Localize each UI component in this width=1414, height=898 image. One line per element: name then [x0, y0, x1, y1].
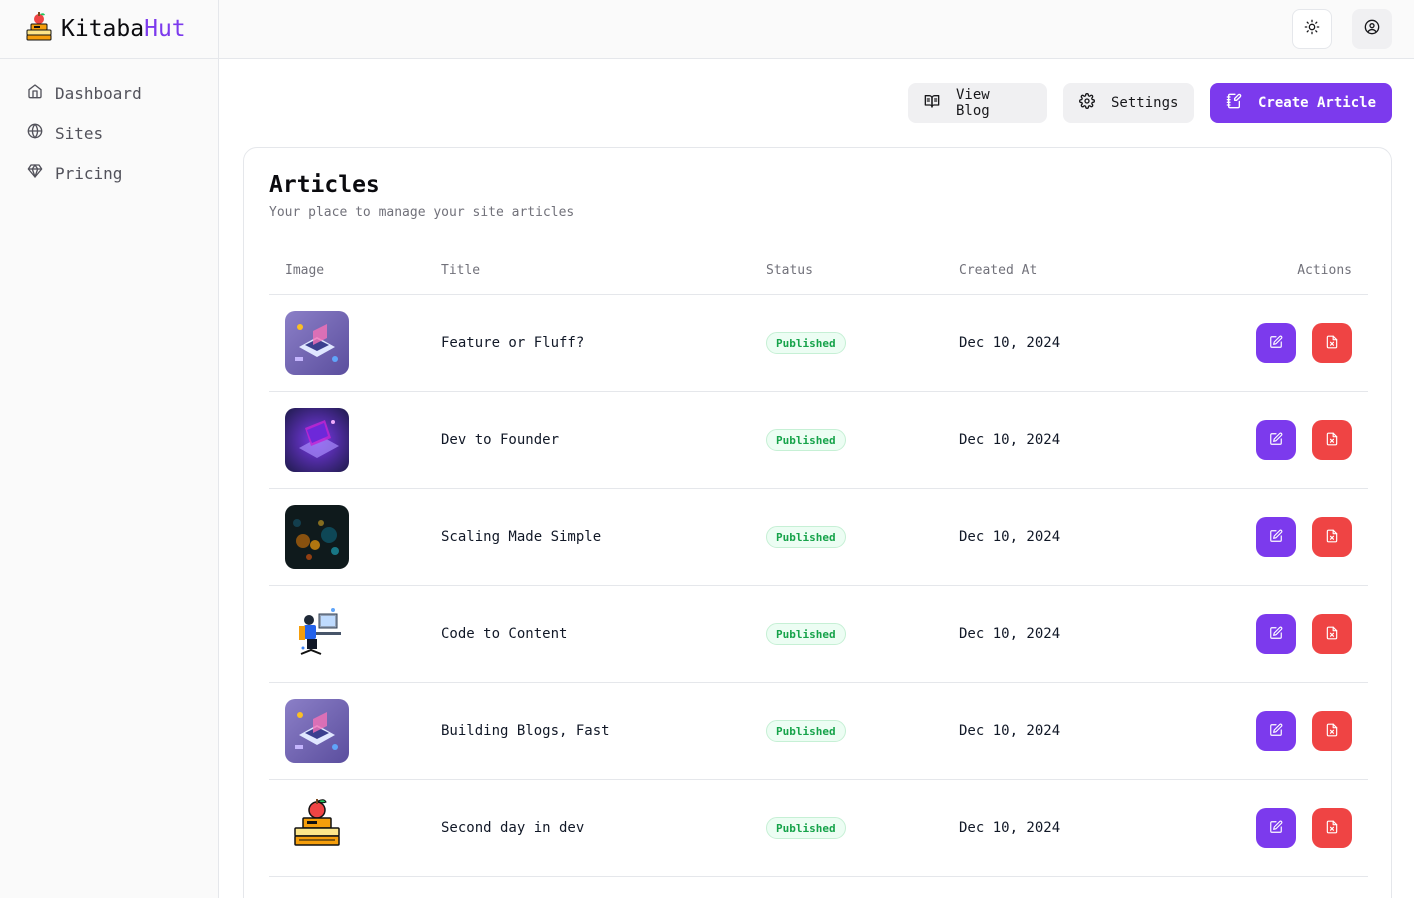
view-blog-label: View Blog: [956, 87, 990, 119]
articles-card: Articles Your place to manage your site …: [243, 147, 1392, 898]
sidebar-item-sites[interactable]: Sites: [0, 113, 218, 153]
delete-article-button[interactable]: [1312, 808, 1352, 848]
settings-label: Settings: [1111, 95, 1179, 111]
delete-article-button[interactable]: [1312, 323, 1352, 363]
page-subtitle: Your place to manage your site articles: [269, 205, 575, 220]
sidebar: KitabaHut Dashboard Sites Pricing: [0, 0, 219, 898]
status-badge: Published: [766, 623, 846, 645]
status-badge: Published: [766, 817, 846, 839]
created-at: Dec 10, 2024: [959, 820, 1061, 836]
edit-article-button[interactable]: [1256, 323, 1296, 363]
delete-article-button[interactable]: [1312, 420, 1352, 460]
article-title: Code to Content: [441, 626, 568, 642]
delete-article-button[interactable]: [1312, 517, 1352, 557]
edit-article-button[interactable]: [1256, 420, 1296, 460]
article-thumbnail: [285, 796, 349, 860]
globe-icon: [27, 123, 43, 143]
logo-icon: [25, 12, 53, 46]
delete-article-button[interactable]: [1312, 711, 1352, 751]
gear-icon: [1079, 93, 1095, 113]
file-x-icon: [1325, 819, 1339, 838]
edit-icon: [1269, 334, 1283, 353]
brand[interactable]: KitabaHut: [0, 0, 218, 59]
created-at: Dec 10, 2024: [959, 529, 1061, 545]
home-icon: [27, 83, 43, 103]
table-row[interactable]: Second day in dev Published Dec 10, 2024: [269, 780, 1368, 877]
sidebar-item-label: Sites: [55, 123, 104, 143]
article-title: Second day in dev: [441, 820, 585, 836]
theme-toggle-button[interactable]: [1292, 9, 1332, 49]
page-title: Articles: [269, 172, 380, 198]
status-badge: Published: [766, 429, 846, 451]
brand-name-main: Kitaba: [61, 16, 145, 42]
brand-name-accent: Hut: [144, 16, 186, 42]
file-x-icon: [1325, 431, 1339, 450]
table-row[interactable]: Code to Content Published Dec 10, 2024: [269, 586, 1368, 683]
file-x-icon: [1325, 334, 1339, 353]
column-header-image: Image: [285, 263, 325, 278]
brand-name: KitabaHut: [61, 16, 186, 42]
book-open-icon: [924, 93, 940, 113]
article-title: Building Blogs, Fast: [441, 723, 610, 739]
article-title: Scaling Made Simple: [441, 529, 602, 545]
sidebar-item-label: Pricing: [55, 163, 123, 183]
view-blog-button[interactable]: View Blog: [908, 83, 1047, 123]
file-x-icon: [1325, 722, 1339, 741]
table-header: Image Title Status Created At Actions: [269, 248, 1368, 295]
sidebar-nav: Dashboard Sites Pricing: [0, 59, 218, 193]
sidebar-item-dashboard[interactable]: Dashboard: [0, 73, 218, 113]
settings-button[interactable]: Settings: [1063, 83, 1194, 123]
created-at: Dec 10, 2024: [959, 432, 1061, 448]
table-row[interactable]: Dev to Founder Published Dec 10, 2024: [269, 392, 1368, 489]
table-row[interactable]: Building Blogs, Fast Published Dec 10, 2…: [269, 683, 1368, 780]
articles-table-body: Feature or Fluff? Published Dec 10, 2024: [269, 295, 1368, 877]
edit-icon: [1269, 625, 1283, 644]
edit-icon: [1269, 431, 1283, 450]
create-article-label: Create Article: [1258, 95, 1377, 111]
top-bar: [219, 0, 1414, 59]
create-article-button[interactable]: Create Article: [1210, 83, 1392, 123]
edit-article-button[interactable]: [1256, 808, 1296, 848]
article-thumbnail: [285, 311, 349, 375]
status-badge: Published: [766, 526, 846, 548]
created-at: Dec 10, 2024: [959, 626, 1061, 642]
edit-article-button[interactable]: [1256, 614, 1296, 654]
article-thumbnail: [285, 505, 349, 569]
edit-article-button[interactable]: [1256, 517, 1296, 557]
edit-icon: [1269, 819, 1283, 838]
diamond-icon: [27, 163, 43, 183]
user-circle-icon: [1364, 19, 1380, 39]
file-x-icon: [1325, 528, 1339, 547]
edit-article-button[interactable]: [1256, 711, 1296, 751]
sidebar-item-label: Dashboard: [55, 83, 142, 103]
notebook-pen-icon: [1226, 93, 1242, 113]
column-header-created-at: Created At: [959, 263, 1038, 278]
status-badge: Published: [766, 720, 846, 742]
sun-icon: [1304, 19, 1320, 39]
user-menu-button[interactable]: [1352, 9, 1392, 49]
delete-article-button[interactable]: [1312, 614, 1352, 654]
article-thumbnail: [285, 408, 349, 472]
article-thumbnail: [285, 602, 349, 666]
table-row[interactable]: Scaling Made Simple Published Dec 10, 20…: [269, 489, 1368, 586]
column-header-title: Title: [441, 263, 481, 278]
file-x-icon: [1325, 625, 1339, 644]
edit-icon: [1269, 722, 1283, 741]
edit-icon: [1269, 528, 1283, 547]
created-at: Dec 10, 2024: [959, 335, 1061, 351]
table-row[interactable]: Feature or Fluff? Published Dec 10, 2024: [269, 295, 1368, 392]
article-thumbnail: [285, 699, 349, 763]
sidebar-item-pricing[interactable]: Pricing: [0, 153, 218, 193]
article-title: Dev to Founder: [441, 432, 560, 448]
article-title: Feature or Fluff?: [441, 335, 585, 351]
status-badge: Published: [766, 332, 846, 354]
column-header-status: Status: [766, 263, 813, 278]
column-header-actions: Actions: [1297, 263, 1352, 278]
created-at: Dec 10, 2024: [959, 723, 1061, 739]
